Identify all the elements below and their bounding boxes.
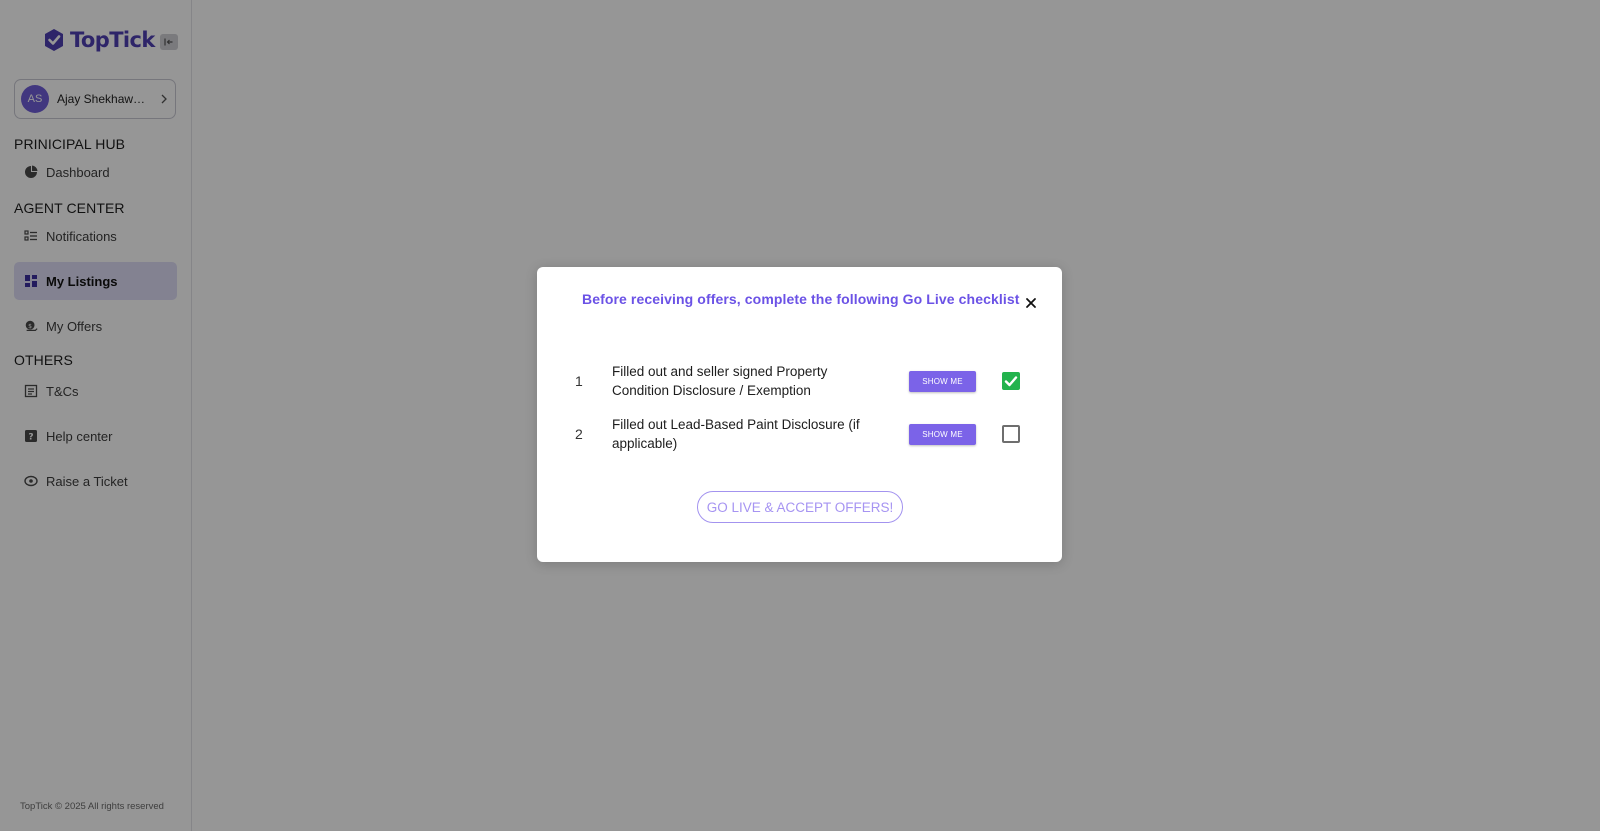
checklist-item-text: Filled out Lead-Based Paint Disclosure (… (612, 417, 860, 451)
go-live-checklist-modal: Before receiving offers, complete the fo… (537, 267, 1062, 562)
modal-title: Before receiving offers, complete the fo… (582, 291, 1020, 307)
checklist-item-text: Filled out and seller signed Property Co… (612, 364, 828, 398)
checklist-item-number: 2 (575, 426, 583, 442)
checkmark-icon (1004, 376, 1018, 387)
checklist-item: 2 Filled out Lead-Based Paint Disclosure… (573, 413, 1020, 457)
checkbox-unchecked[interactable] (1002, 425, 1020, 443)
checklist-item: 1 Filled out and seller signed Property … (573, 360, 1020, 404)
checkbox-checked[interactable] (1002, 372, 1020, 390)
close-icon[interactable] (1024, 296, 1038, 310)
show-me-button[interactable]: SHOW ME (909, 371, 976, 392)
show-me-button[interactable]: SHOW ME (909, 424, 976, 445)
app-window: TopTick AS Ajay Shekhawat -... PRINICIPA… (0, 0, 1600, 831)
go-live-accept-offers-button[interactable]: GO LIVE & ACCEPT OFFERS! (697, 491, 903, 523)
checklist-item-number: 1 (575, 373, 583, 389)
